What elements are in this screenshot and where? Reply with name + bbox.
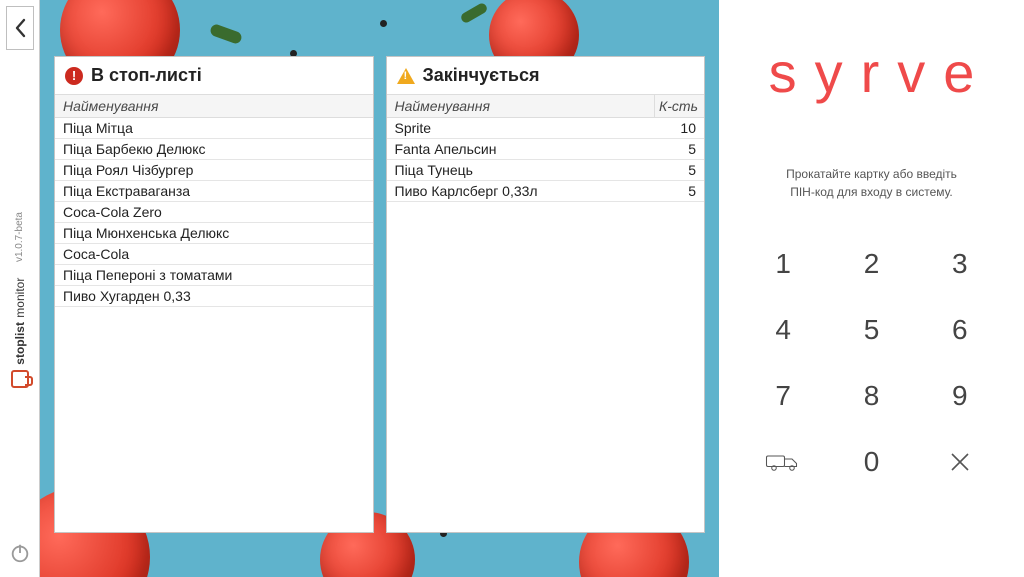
chevron-left-icon: [13, 18, 27, 38]
cell-qty: 5: [654, 181, 704, 201]
keypad-5[interactable]: 5: [827, 297, 915, 363]
bg-decor: [459, 2, 488, 25]
col-qty: К-сть: [654, 95, 704, 117]
table-row: Пиво Карлсберг 0,33л5: [387, 181, 705, 202]
ending-title: Закінчується: [423, 65, 540, 86]
warning-icon: [397, 68, 415, 84]
keypad-9[interactable]: 9: [916, 363, 1004, 429]
stop-icon: !: [65, 67, 83, 85]
cell-name: Піца Екстраваганза: [55, 181, 373, 201]
keypad-8[interactable]: 8: [827, 363, 915, 429]
table-row: Піца Тунець5: [387, 160, 705, 181]
stoplist-body: Піца МітцаПіца Барбекю ДелюксПіца Роял Ч…: [55, 118, 373, 532]
stoplist-panel: ! В стоп-листі Найменування Піца МітцаПі…: [54, 56, 374, 533]
keypad-7[interactable]: 7: [739, 363, 827, 429]
table-row: Sprite10: [387, 118, 705, 139]
stoplist-header: ! В стоп-листі: [55, 57, 373, 94]
keypad-delivery[interactable]: [739, 429, 827, 495]
table-row: Піца Мюнхенська Делюкс: [55, 223, 373, 244]
table-row: Пиво Хугарден 0,33: [55, 286, 373, 307]
stoplist-title: В стоп-листі: [91, 65, 202, 86]
app-name: stoplistmonitor: [13, 278, 27, 365]
app-logo-icon: [11, 370, 29, 388]
cell-name: Пиво Карлсберг 0,33л: [387, 181, 655, 201]
keypad-0[interactable]: 0: [827, 429, 915, 495]
cell-name: Coca-Cola Zero: [55, 202, 373, 222]
table-row: Піца Барбекю Делюкс: [55, 139, 373, 160]
back-button[interactable]: [6, 6, 34, 50]
table-row: Піца Роял Чізбургер: [55, 160, 373, 181]
cell-qty: 5: [654, 139, 704, 159]
cell-qty: 5: [654, 160, 704, 180]
login-panel: syrve Прокатайте картку або введіть ПІН-…: [719, 0, 1024, 577]
power-button[interactable]: [9, 542, 31, 569]
bg-decor: [209, 23, 243, 45]
cell-name: Coca-Cola: [55, 244, 373, 264]
ending-body: Sprite10Fanta Апельсин5Піца Тунець5Пиво …: [387, 118, 705, 532]
cell-name: Піца Барбекю Делюкс: [55, 139, 373, 159]
col-name: Найменування: [55, 95, 373, 117]
ending-panel: Закінчується Найменування К-сть Sprite10…: [386, 56, 706, 533]
stoplist-thead: Найменування: [55, 94, 373, 118]
keypad-clear[interactable]: [916, 429, 1004, 495]
cell-name: Піца Роял Чізбургер: [55, 160, 373, 180]
bg-decor: [380, 20, 387, 27]
table-row: Піца Пепероні з томатами: [55, 265, 373, 286]
keypad-6[interactable]: 6: [916, 297, 1004, 363]
cell-name: Sprite: [387, 118, 655, 138]
left-rail: v1.0.7-beta stoplistmonitor: [0, 0, 40, 577]
table-row: Піца Мітца: [55, 118, 373, 139]
ending-thead: Найменування К-сть: [387, 94, 705, 118]
keypad-3[interactable]: 3: [916, 231, 1004, 297]
panels-row: ! В стоп-листі Найменування Піца МітцаПі…: [54, 56, 705, 533]
cell-name: Пиво Хугарден 0,33: [55, 286, 373, 306]
table-row: Піца Екстраваганза: [55, 181, 373, 202]
pin-keypad: 1 2 3 4 5 6 7 8 9 0: [739, 231, 1004, 495]
cell-name: Піца Пепероні з томатами: [55, 265, 373, 285]
cell-name: Піца Мітца: [55, 118, 373, 138]
keypad-2[interactable]: 2: [827, 231, 915, 297]
rail-branding: v1.0.7-beta stoplistmonitor: [11, 204, 29, 389]
table-row: Coca-Cola: [55, 244, 373, 265]
col-name: Найменування: [387, 95, 655, 117]
keypad-1[interactable]: 1: [739, 231, 827, 297]
login-hint: Прокатайте картку або введіть ПІН-код дл…: [786, 165, 957, 201]
ending-header: Закінчується: [387, 57, 705, 94]
power-icon: [9, 542, 31, 564]
keypad-4[interactable]: 4: [739, 297, 827, 363]
table-row: Fanta Апельсин5: [387, 139, 705, 160]
monitor-stage: ! В стоп-листі Найменування Піца МітцаПі…: [40, 0, 719, 577]
truck-icon: [765, 450, 801, 474]
brand-logo: syrve: [751, 40, 993, 105]
cell-name: Піца Мюнхенська Делюкс: [55, 223, 373, 243]
table-row: Coca-Cola Zero: [55, 202, 373, 223]
cell-qty: 10: [654, 118, 704, 138]
x-icon: [948, 450, 972, 474]
cell-name: Піца Тунець: [387, 160, 655, 180]
cell-name: Fanta Апельсин: [387, 139, 655, 159]
app-version: v1.0.7-beta: [14, 212, 25, 262]
